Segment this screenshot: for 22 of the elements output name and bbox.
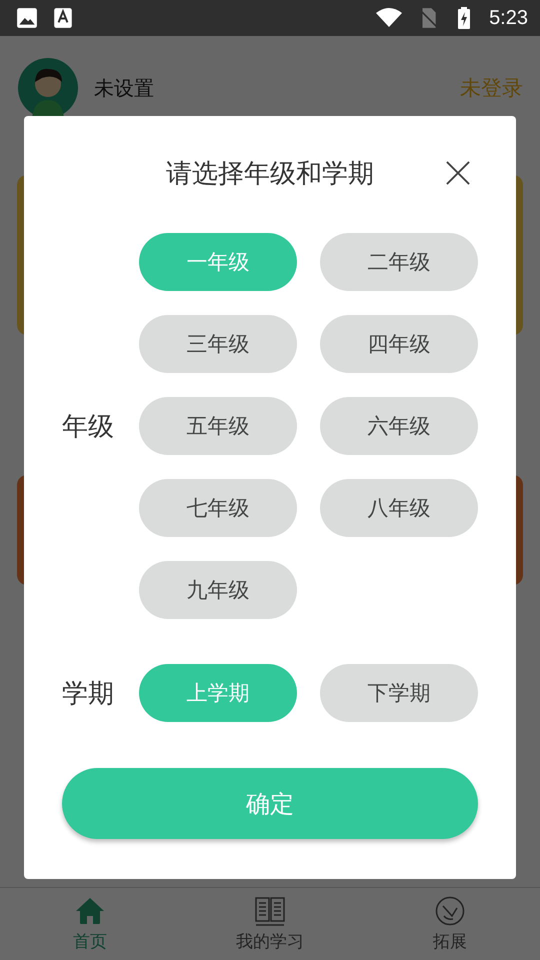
wifi-icon (375, 7, 404, 29)
font-icon (52, 7, 74, 29)
close-icon[interactable] (446, 161, 470, 185)
compass-icon (435, 896, 465, 926)
term-option[interactable]: 下学期 (320, 664, 478, 722)
image-icon (16, 7, 38, 29)
grade-option[interactable]: 五年级 (139, 397, 297, 455)
grade-option[interactable]: 三年级 (139, 315, 297, 373)
dialog-title: 请选择年级和学期 (166, 158, 374, 190)
grade-option[interactable]: 九年级 (139, 561, 297, 619)
home-icon (75, 896, 105, 926)
grade-option[interactable]: 八年级 (320, 479, 478, 537)
term-label: 学期 (62, 678, 115, 710)
grade-option[interactable]: 二年级 (320, 233, 478, 291)
grade-option[interactable]: 四年级 (320, 315, 478, 373)
avatar[interactable] (18, 58, 78, 118)
book-icon (255, 896, 285, 926)
clock-time: 5:23 (489, 6, 528, 30)
grade-option[interactable]: 六年级 (320, 397, 478, 455)
grade-label: 年级 (62, 410, 115, 444)
user-name: 未设置 (94, 74, 154, 102)
grade-option[interactable]: 七年级 (139, 479, 297, 537)
